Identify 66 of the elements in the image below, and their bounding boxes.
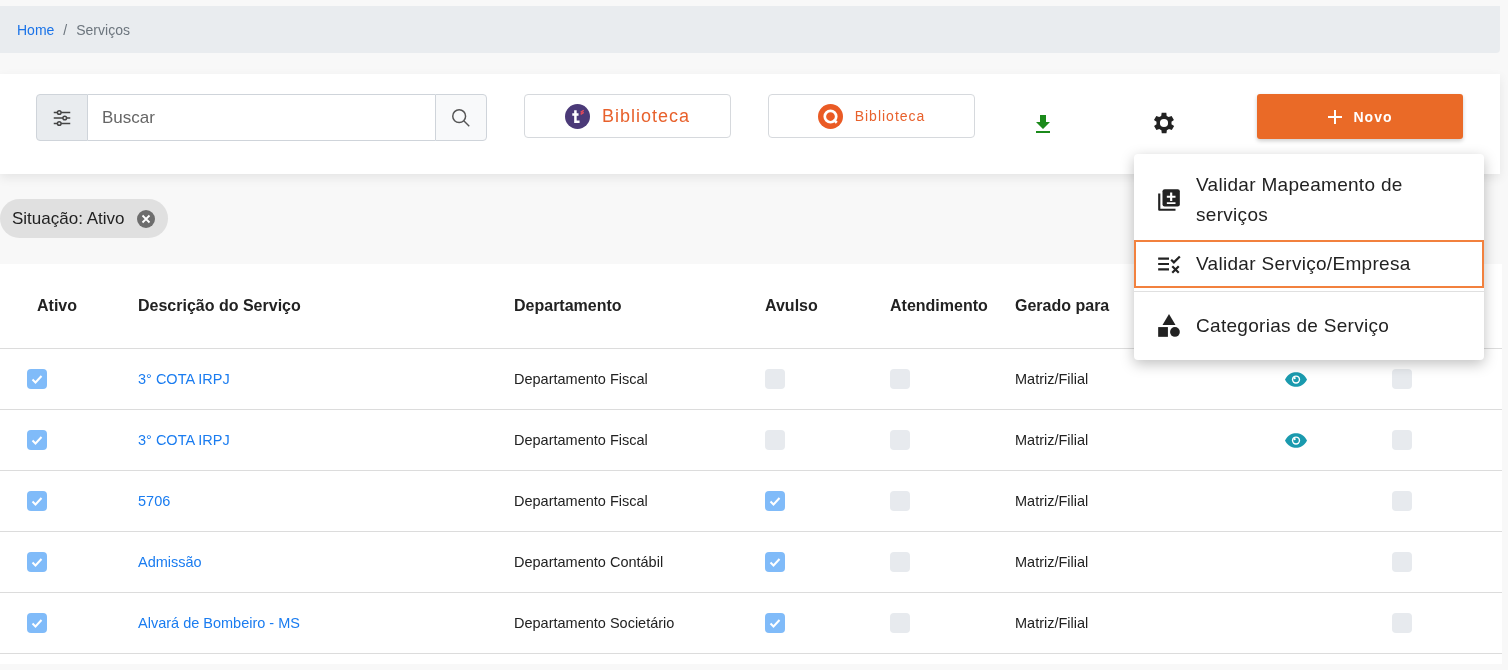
column-header: Descrição do Serviço	[138, 297, 301, 315]
table-cell-text: Departamento Fiscal	[514, 432, 649, 448]
filter-button[interactable]	[36, 94, 88, 141]
checkbox[interactable]	[27, 369, 47, 389]
search-button[interactable]	[435, 94, 487, 141]
chip-label: Situação: Ativo	[12, 208, 125, 229]
column-header: Atendimento	[890, 297, 988, 315]
checkbox[interactable]	[765, 491, 785, 511]
table-cell-text: Matriz/Filial	[1015, 554, 1090, 570]
column-header: Ativo	[37, 297, 77, 315]
checkbox[interactable]	[765, 369, 785, 389]
document-plus-icon	[1156, 187, 1182, 213]
checkbox[interactable]	[27, 430, 47, 450]
breadcrumb-current: Serviços	[76, 21, 130, 38]
checkbox[interactable]	[27, 491, 47, 511]
remove-filter-button[interactable]	[136, 208, 157, 229]
service-link[interactable]: Alvará de Bombeiro - MS	[138, 615, 300, 631]
table-cell-text: Departamento Contábil	[514, 554, 665, 570]
checkbox[interactable]	[1392, 613, 1412, 633]
breadcrumb-separator: /	[63, 21, 68, 38]
menu-item[interactable]: Validar Serviço/Empresa	[1134, 240, 1484, 288]
checkbox[interactable]	[765, 430, 785, 450]
new-button[interactable]: Novo	[1257, 94, 1463, 139]
table-cell-text: Matriz/Filial	[1015, 493, 1090, 509]
search-field[interactable]: Buscar	[88, 94, 435, 141]
shapes-icon	[1156, 313, 1182, 339]
service-link[interactable]: 5706	[138, 493, 171, 509]
checkbox[interactable]	[765, 552, 785, 572]
table-cell-text: Matriz/Filial	[1015, 615, 1090, 631]
checkbox[interactable]	[890, 430, 910, 450]
library-button[interactable]: Biblioteca	[524, 94, 731, 138]
search-icon	[450, 106, 472, 129]
checkbox[interactable]	[27, 552, 47, 572]
eye-icon	[1285, 371, 1307, 387]
menu-item[interactable]: Categorias de Serviço	[1134, 300, 1484, 352]
plus-icon	[1327, 109, 1342, 124]
checkbox[interactable]	[890, 369, 910, 389]
library-button[interactable]: Biblioteca	[768, 94, 975, 138]
service-link[interactable]: 3° COTA IRPJ	[138, 432, 230, 448]
menu-item[interactable]: Validar Mapeamento de serviços	[1134, 160, 1484, 240]
eye-icon	[1285, 432, 1307, 448]
view-button[interactable]	[1285, 432, 1307, 448]
checkbox[interactable]	[1392, 491, 1412, 511]
checkbox[interactable]	[1392, 430, 1412, 450]
checkbox[interactable]	[890, 613, 910, 633]
table-cell-text: Departamento Fiscal	[514, 371, 649, 387]
logo-icon	[817, 103, 843, 129]
checkbox[interactable]	[1392, 552, 1412, 572]
checkbox[interactable]	[27, 613, 47, 633]
column-header: Avulso	[765, 297, 818, 315]
table-cell-text: Matriz/Filial	[1015, 432, 1090, 448]
service-link[interactable]: Admissão	[138, 554, 202, 570]
table-cell-text: Matriz/Filial	[1015, 371, 1090, 387]
checkbox[interactable]	[890, 552, 910, 572]
table-cell-text: Departamento Societário	[514, 615, 676, 631]
column-header: Departamento	[514, 297, 622, 315]
view-button[interactable]	[1285, 371, 1307, 387]
checkbox[interactable]	[1392, 369, 1412, 389]
breadcrumb-link[interactable]: Home	[17, 21, 55, 38]
close-icon	[136, 208, 157, 229]
checkbox[interactable]	[765, 613, 785, 633]
table-cell-text: Departamento Fiscal	[514, 493, 649, 509]
checkbox[interactable]	[890, 491, 910, 511]
column-header: Gerado para	[1015, 297, 1110, 315]
service-link[interactable]: 3° COTA IRPJ	[138, 371, 230, 387]
logo-icon	[564, 103, 590, 129]
